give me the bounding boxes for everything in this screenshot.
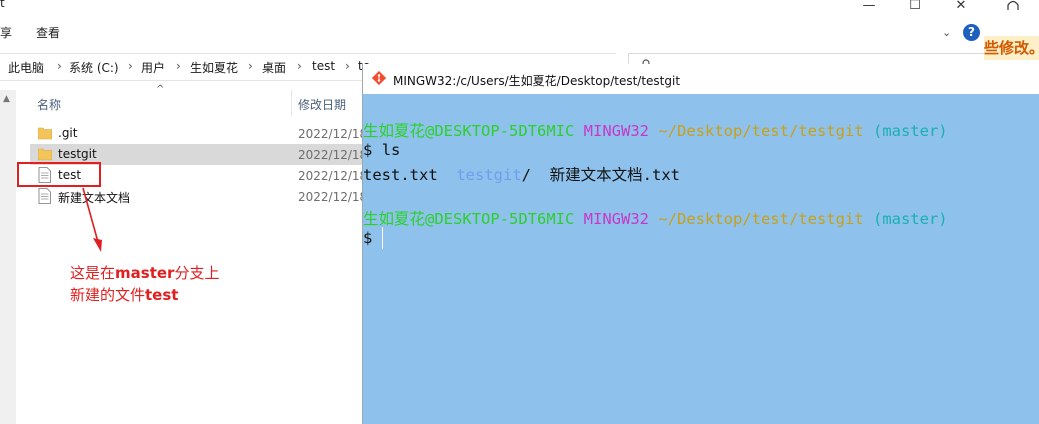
terminal-title-bar[interactable]: MINGW32:/c/Users/生如夏花/Desktop/test/testg… <box>363 64 1039 94</box>
folder-icon <box>38 127 52 140</box>
file-row[interactable]: .git 2022/12/18 <box>30 123 367 144</box>
chevron-down-icon[interactable]: ⌄ <box>942 26 951 39</box>
sort-ascending-icon: ^ <box>156 84 165 95</box>
text-file-icon <box>38 188 51 204</box>
prompt-env: MINGW32 <box>583 122 649 140</box>
breadcrumb-desktop[interactable]: 桌面 <box>262 59 286 76</box>
prompt-branch: (master) <box>872 122 948 140</box>
ribbon-tab-view[interactable]: 查看 <box>36 24 60 41</box>
chevron-right-icon[interactable]: › <box>176 59 181 73</box>
annotation-text: 这是在master分支上 新建的文件test <box>70 262 219 306</box>
text-cursor <box>382 227 383 249</box>
breadcrumb-this-pc[interactable]: 此电脑 <box>8 59 44 76</box>
prompt-line: 生如夏花@DESKTOP-5DT6MIC MINGW32 ~/Desktop/t… <box>363 119 948 141</box>
file-date: 2022/12/18 <box>298 127 368 141</box>
annotation-line1-pre: 这是在 <box>70 264 116 282</box>
chevron-right-icon[interactable]: › <box>248 59 253 73</box>
ls-output: test.txt testgit/ 新建文本文档.txt <box>363 163 680 185</box>
bell-icon[interactable] <box>1005 0 1021 10</box>
annotation-line1-bold: master <box>115 264 175 282</box>
command-line: $ ls <box>363 141 400 159</box>
file-name: .git <box>58 126 78 140</box>
notification-banner: 些修改。 <box>984 36 1039 60</box>
prompt-line: 生如夏花@DESKTOP-5DT6MIC MINGW32 ~/Desktop/t… <box>363 207 948 229</box>
annotation-line1-post: 分支上 <box>174 264 220 282</box>
breadcrumb-user[interactable]: 生如夏花 <box>190 59 238 76</box>
column-header-date[interactable]: 修改日期 <box>298 96 346 113</box>
annotation-line2-pre: 新建的文件 <box>70 286 146 304</box>
ls-directory-suffix: / <box>521 166 531 184</box>
file-date: 2022/12/18 <box>298 148 368 162</box>
file-date: 2022/12/18 <box>298 169 368 183</box>
chevron-right-icon[interactable]: › <box>297 59 302 73</box>
ls-directory: testgit <box>456 166 522 184</box>
minimize-button[interactable]: — <box>854 0 884 14</box>
command-line: $ <box>363 229 372 247</box>
arrow-icon <box>82 187 102 252</box>
folder-icon <box>38 148 52 161</box>
annotation-line2-bold: test <box>145 286 179 304</box>
chevron-right-icon[interactable]: › <box>345 59 350 73</box>
scroll-up-icon[interactable]: ▲ <box>3 94 10 104</box>
git-icon <box>372 71 386 85</box>
help-icon[interactable]: ? <box>963 24 980 41</box>
breadcrumb-c-drive[interactable]: 系统 (C:) <box>69 59 119 76</box>
file-name: testgit <box>58 147 97 161</box>
file-date: 2022/12/18 <box>298 190 368 204</box>
scrollbar[interactable] <box>0 90 16 424</box>
close-button[interactable]: ✕ <box>946 0 976 14</box>
prompt-path: ~/Desktop/test/testgit <box>658 122 864 140</box>
terminal-window[interactable]: MINGW32:/c/Users/生如夏花/Desktop/test/testg… <box>362 64 1039 424</box>
prompt-path: ~/Desktop/test/testgit <box>658 210 864 228</box>
command-text: ls <box>381 141 401 159</box>
breadcrumb-test[interactable]: test <box>312 59 335 73</box>
chevron-right-icon[interactable]: › <box>57 59 62 73</box>
prompt-env: MINGW32 <box>583 210 649 228</box>
prompt-branch: (master) <box>872 210 948 228</box>
breadcrumb-users[interactable]: 用户 <box>141 59 165 76</box>
prompt-symbol: $ <box>363 141 373 159</box>
ls-file: test.txt <box>363 166 438 184</box>
ribbon-tab-share[interactable]: 享 <box>0 24 12 41</box>
prompt-user-host: 生如夏花@DESKTOP-5DT6MIC <box>363 122 575 140</box>
highlight-box <box>17 162 101 187</box>
column-divider[interactable] <box>291 90 292 116</box>
chevron-right-icon[interactable]: › <box>128 59 133 73</box>
maximize-button[interactable]: ☐ <box>900 0 930 14</box>
prompt-symbol: $ <box>363 229 373 247</box>
column-header-name[interactable]: 名称 <box>37 96 61 113</box>
prompt-user-host: 生如夏花@DESKTOP-5DT6MIC <box>363 210 575 228</box>
window-title-fragment: t <box>0 0 5 10</box>
ls-file: 新建文本文档.txt <box>549 166 680 184</box>
terminal-title: MINGW32:/c/Users/生如夏花/Desktop/test/testg… <box>393 74 681 88</box>
